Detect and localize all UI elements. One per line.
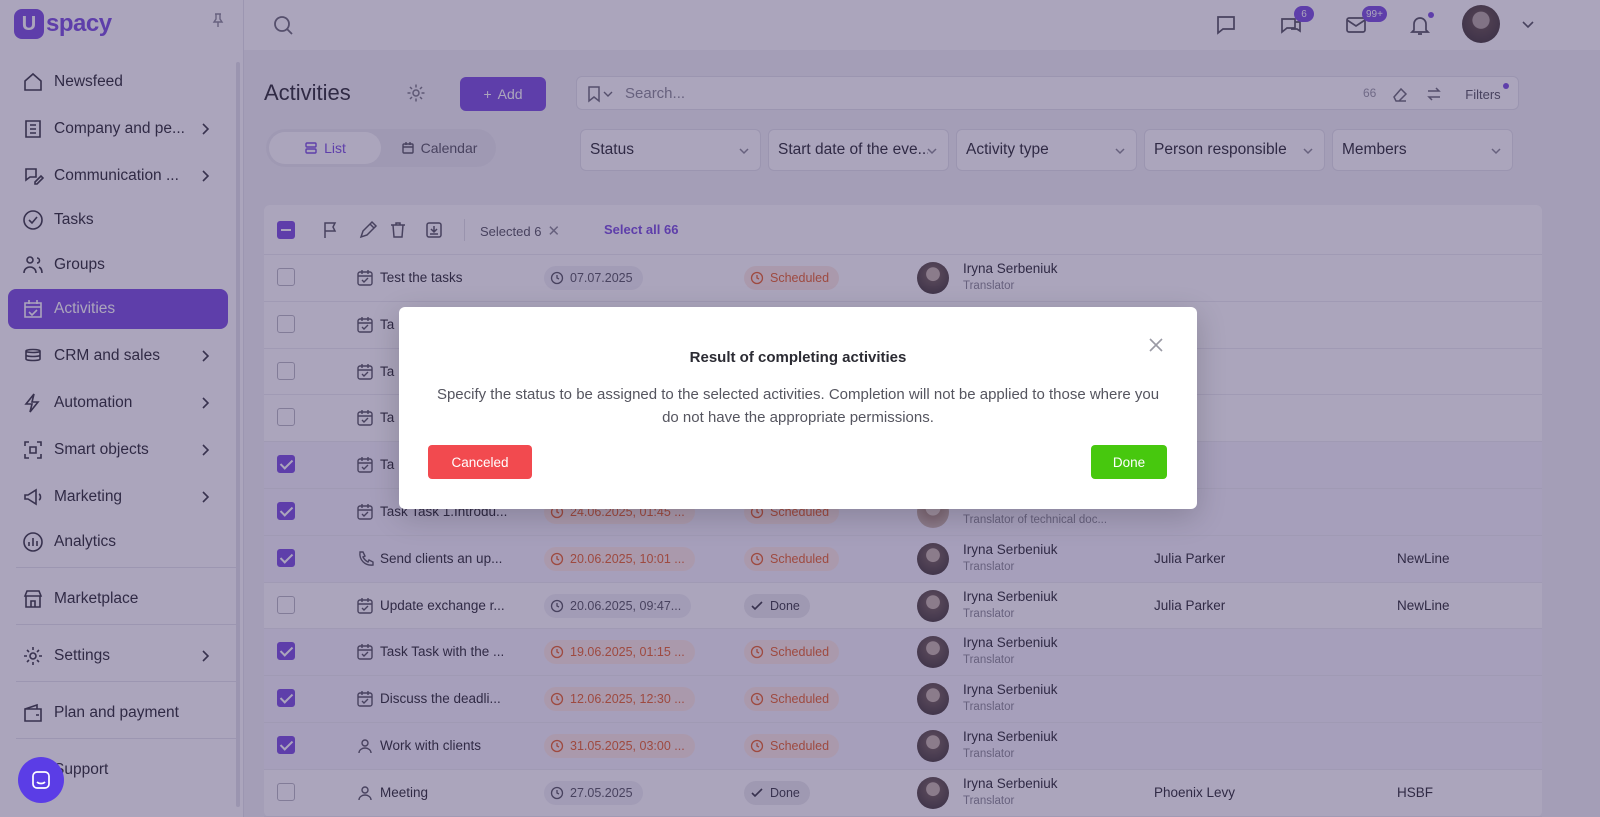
support-chat-button[interactable] [18,757,64,803]
canceled-button[interactable]: Canceled [428,445,532,479]
done-button[interactable]: Done [1091,445,1167,479]
complete-activities-dialog: Result of completing activities Specify … [399,307,1197,509]
dialog-message: Specify the status to be assigned to the… [436,386,1160,426]
chat-icon [32,771,50,789]
dialog-title: Result of completing activities [689,349,907,366]
